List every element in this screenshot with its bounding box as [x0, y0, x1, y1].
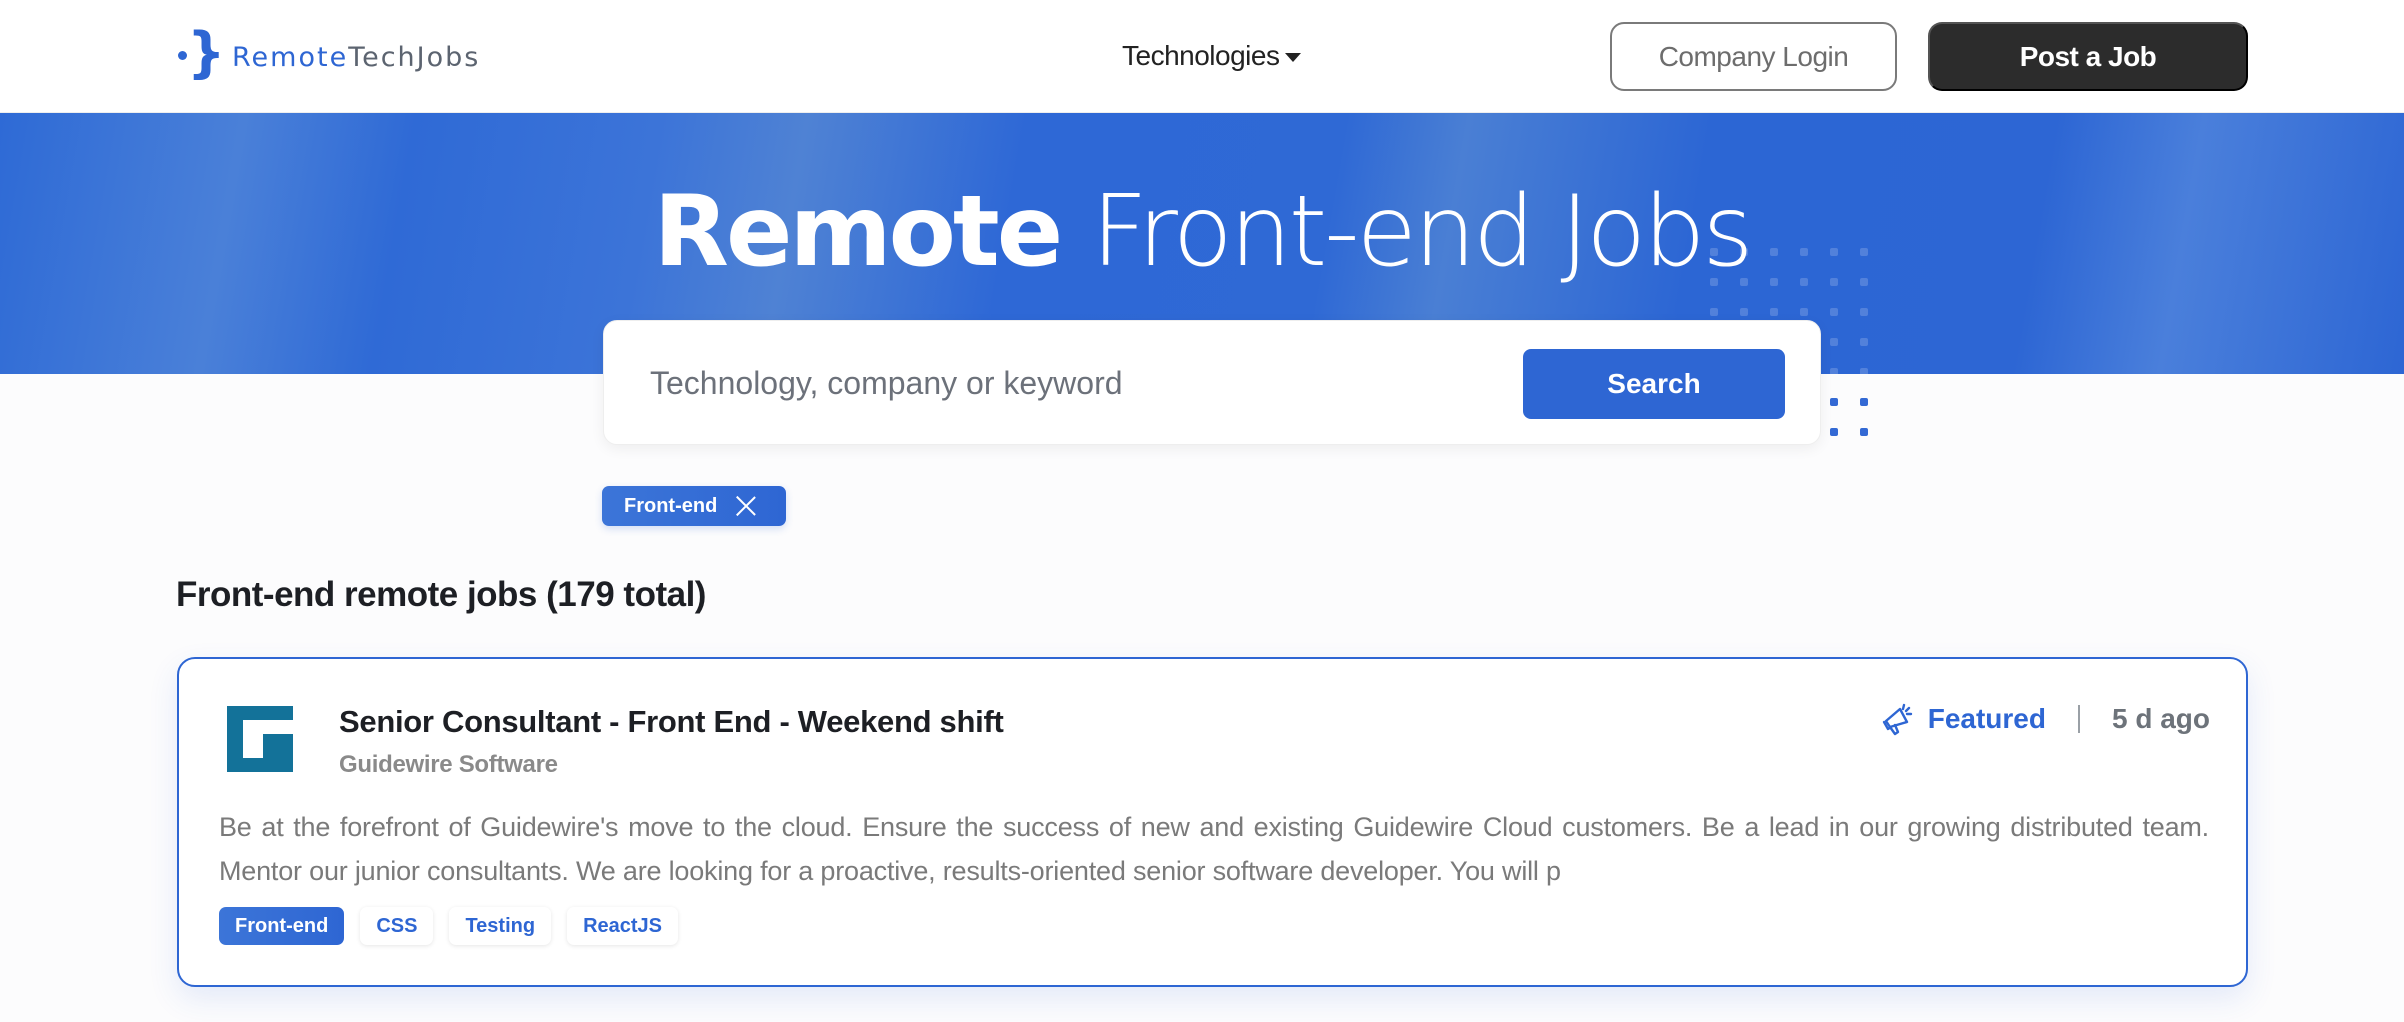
decorative-dot: [1740, 248, 1748, 256]
decorative-dot: [1770, 278, 1778, 286]
decorative-dot: [1710, 308, 1718, 316]
search-box: Search: [603, 320, 1821, 445]
decorative-dot: [1770, 248, 1778, 256]
decorative-dot: [1860, 278, 1868, 286]
decorative-dot: [1830, 308, 1838, 316]
job-tag[interactable]: Front-end: [219, 907, 345, 945]
job-tag[interactable]: CSS: [360, 907, 434, 945]
decorative-dot: [1740, 278, 1748, 286]
job-card[interactable]: Senior Consultant - Front End - Weekend …: [177, 657, 2248, 987]
posted-time: 5 d ago: [2111, 703, 2210, 734]
megaphone-icon: [1882, 703, 1912, 736]
logo-text: RemoteTechJobs: [232, 41, 481, 73]
site-logo[interactable]: } RemoteTechJobs: [176, 25, 481, 86]
search-input[interactable]: [650, 351, 1450, 415]
decorative-dot: [1860, 368, 1868, 376]
decorative-dot: [1860, 308, 1868, 316]
page-title-light: Front-end Jobs: [1091, 175, 1753, 289]
results-heading: Front-end remote jobs (179 total): [176, 575, 706, 615]
curly-brace-logo-icon: }: [176, 25, 225, 85]
caret-down-icon: [1285, 52, 1302, 62]
decorative-dot: [1830, 398, 1838, 406]
technologies-dropdown[interactable]: Technologies: [1122, 40, 1302, 72]
results-count: (179 total): [546, 575, 706, 614]
site-header: } RemoteTechJobs Technologies Company Lo…: [0, 0, 2404, 113]
meta-divider: [2077, 705, 2080, 733]
guidewire-logo-icon: [227, 706, 293, 772]
page-title: Remote Front-end Jobs: [0, 173, 2404, 291]
company-name[interactable]: Guidewire Software: [339, 751, 558, 779]
decorative-dot: [1800, 308, 1808, 316]
close-icon[interactable]: [735, 495, 757, 517]
decorative-dot: [1830, 368, 1838, 376]
active-filter-chip[interactable]: Front-end: [602, 486, 786, 526]
job-title[interactable]: Senior Consultant - Front End - Weekend …: [339, 704, 1004, 740]
decorative-dot: [1830, 248, 1838, 256]
decorative-dot: [1830, 338, 1838, 346]
results-heading-title: Front-end remote jobs: [176, 575, 537, 614]
decorative-dot: [1770, 308, 1778, 316]
technologies-label: Technologies: [1122, 40, 1280, 71]
decorative-dot: [1740, 308, 1748, 316]
decorative-dot: [1710, 248, 1718, 256]
featured-badge: Featured: [1927, 703, 2046, 734]
page-title-bold: Remote: [653, 175, 1064, 289]
job-meta: Featured 5 d ago: [1880, 697, 2210, 741]
job-tags: Front-end CSS Testing ReactJS: [219, 907, 679, 945]
job-tag[interactable]: Testing: [449, 907, 552, 945]
decorative-dot: [1860, 428, 1868, 436]
decorative-dot: [1800, 248, 1808, 256]
company-login-button[interactable]: Company Login: [1610, 22, 1897, 91]
search-button[interactable]: Search: [1523, 349, 1785, 419]
post-job-button[interactable]: Post a Job: [1928, 22, 2248, 91]
job-description: Be at the forefront of Guidewire's move …: [219, 812, 2209, 886]
decorative-dot: [1860, 398, 1868, 406]
decorative-dot: [1800, 278, 1808, 286]
decorative-dot: [1860, 338, 1868, 346]
filter-chip-label: Front-end: [624, 494, 718, 517]
job-tag[interactable]: ReactJS: [567, 907, 679, 945]
decorative-dot: [1860, 248, 1868, 256]
decorative-dot: [1710, 278, 1718, 286]
decorative-dot: [1830, 278, 1838, 286]
decorative-dot: [1830, 428, 1838, 436]
